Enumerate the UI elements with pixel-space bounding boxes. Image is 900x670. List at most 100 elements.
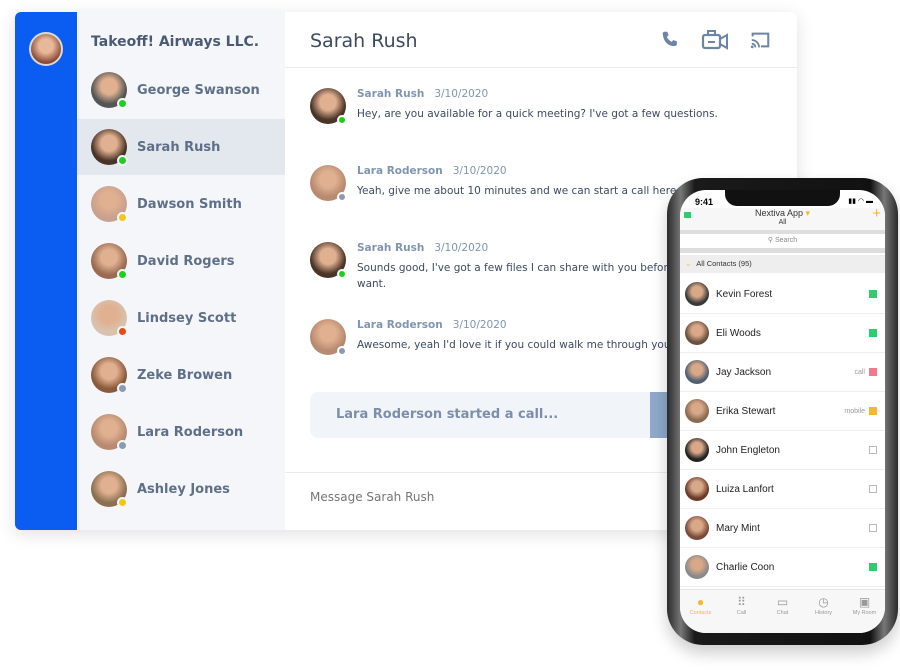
tab-label: Call — [736, 610, 747, 616]
contact-name: George Swanson — [137, 82, 260, 98]
tab-chat[interactable]: ▭ Chat — [762, 590, 803, 633]
phone-notch — [725, 190, 840, 206]
presence-label: mobile — [844, 407, 865, 415]
message-date: 3/10/2020 — [434, 242, 489, 254]
presence-indicator — [869, 368, 877, 376]
message-input[interactable] — [310, 490, 710, 504]
message-author: Lara Roderson — [357, 319, 443, 331]
phone-icon[interactable] — [659, 29, 681, 55]
status-dot — [117, 440, 128, 451]
contact-item[interactable]: Ashley Jones — [77, 461, 285, 517]
phone-screen: 9:41 ▮▮ ◠ ▬ Nextiva App ▾ All + ⚲ Search… — [680, 190, 885, 633]
phone-contact-row[interactable]: Charlie Coon — [680, 548, 885, 587]
tab-my-room[interactable]: ▣ My Room — [844, 590, 885, 633]
my-room-icon: ▣ — [858, 595, 871, 609]
avatar — [685, 321, 709, 345]
contact-item[interactable]: Sarah Rush — [77, 119, 285, 175]
contact-item[interactable]: Lara Roderson — [77, 404, 285, 460]
phone-contact-row[interactable]: Erika Stewart mobile — [680, 392, 885, 431]
status-dot — [337, 346, 347, 356]
message-author: Sarah Rush — [357, 242, 425, 254]
message-text: Hey, are you available for a quick meeti… — [357, 108, 718, 120]
search-input[interactable]: ⚲ Search — [680, 234, 885, 248]
avatar — [310, 88, 347, 125]
presence-indicator — [869, 524, 877, 532]
presence-indicator — [869, 407, 877, 415]
avatar — [685, 516, 709, 540]
contacts-group-header[interactable]: ⌄ All Contacts (95) — [680, 255, 885, 273]
phone-contact-row[interactable]: Kevin Forest — [680, 275, 885, 314]
avatar — [91, 414, 128, 451]
contact-item[interactable]: David Rogers — [77, 233, 285, 289]
contact-name: Lara Roderson — [137, 424, 244, 440]
status-dot — [117, 383, 128, 394]
presence-indicator — [869, 446, 877, 454]
phone-header: Nextiva App ▾ All + — [680, 205, 885, 230]
avatar — [685, 555, 709, 579]
contact-name: Luiza Lanfort — [716, 483, 774, 495]
status-dot — [117, 212, 128, 223]
tab-label: Contacts — [689, 610, 712, 616]
message-date: 3/10/2020 — [434, 88, 489, 100]
status-dot — [117, 269, 128, 280]
app-title[interactable]: Nextiva App ▾ — [680, 208, 885, 219]
contact-list: Takeoff! Airways LLC. George Swanson Sara… — [77, 12, 285, 530]
contacts-icon: ● — [696, 595, 705, 609]
cast-icon[interactable] — [749, 29, 771, 55]
avatar — [91, 186, 128, 223]
tab-call[interactable]: ⠿ Call — [721, 590, 762, 633]
avatar — [310, 319, 347, 356]
contact-item[interactable]: Dawson Smith — [77, 176, 285, 232]
chevron-down-icon: ⌄ — [685, 259, 692, 268]
contact-item[interactable]: George Swanson — [77, 62, 285, 118]
status-time: 9:41 — [695, 197, 714, 207]
filter-label: All — [778, 219, 787, 226]
status-dot — [337, 115, 347, 125]
contact-name: Jay Jackson — [716, 366, 772, 378]
status-dot — [117, 155, 128, 166]
phone-contact-row[interactable]: John Engleton — [680, 431, 885, 470]
phone-mockup: 9:41 ▮▮ ◠ ▬ Nextiva App ▾ All + ⚲ Search… — [667, 178, 898, 645]
call-notice-text: Lara Roderson started a call... — [336, 407, 559, 422]
tab-contacts[interactable]: ● Contacts — [680, 590, 721, 633]
add-icon[interactable]: + — [872, 205, 881, 222]
phone-contact-row[interactable]: Eli Woods — [680, 314, 885, 353]
contact-name: Kevin Forest — [716, 288, 773, 300]
contact-name: Charlie Coon — [716, 561, 775, 573]
avatar — [685, 282, 709, 306]
presence-indicator — [869, 329, 877, 337]
avatar — [91, 243, 128, 280]
tab-label: History — [814, 610, 833, 616]
chat-title: Sarah Rush — [310, 30, 418, 52]
contact-name: Eli Woods — [716, 327, 761, 339]
presence-indicator — [869, 485, 877, 493]
user-avatar[interactable] — [29, 32, 63, 66]
status-dot — [337, 192, 347, 202]
status-dot — [117, 497, 128, 508]
contact-item[interactable]: Zeke Browen — [77, 347, 285, 403]
tab-bar: ● Contacts ⠿ Call ▭ Chat ◷ History ▣ My Room — [680, 589, 885, 633]
contact-name: Mary Mint — [716, 522, 760, 534]
history-icon: ◷ — [818, 595, 829, 609]
organization-name: Takeoff! Airways LLC. — [91, 34, 260, 50]
presence-label: call — [854, 368, 865, 376]
avatar — [685, 399, 709, 423]
avatar — [685, 360, 709, 384]
contact-item[interactable]: Lindsey Scott — [77, 290, 285, 346]
phone-contact-row[interactable]: Jay Jackson call — [680, 353, 885, 392]
presence-indicator — [869, 563, 877, 571]
avatar — [310, 242, 347, 279]
contact-name: John Engleton — [716, 444, 780, 456]
phone-contact-row[interactable]: Mary Mint — [680, 509, 885, 548]
avatar — [91, 300, 128, 337]
message-author: Lara Roderson — [357, 165, 443, 177]
avatar — [685, 438, 709, 462]
contact-name: Zeke Browen — [137, 367, 233, 383]
message-author: Sarah Rush — [357, 88, 425, 100]
avatar — [91, 72, 128, 109]
video-camera-icon[interactable] — [701, 29, 729, 55]
phone-contact-row[interactable]: Luiza Lanfort — [680, 470, 885, 509]
status-dot — [337, 269, 347, 279]
tab-history[interactable]: ◷ History — [803, 590, 844, 633]
contact-name: David Rogers — [137, 253, 235, 269]
